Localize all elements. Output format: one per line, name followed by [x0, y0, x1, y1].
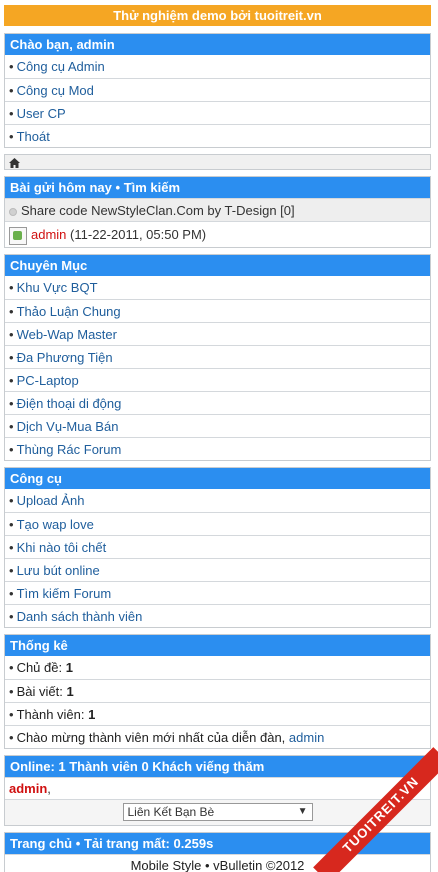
- categories-title: Chuyên Mục: [5, 255, 430, 276]
- user-box-title: Chào bạn, admin: [5, 34, 430, 55]
- friend-links-select[interactable]: Liên Kết Bạn Bè ▼: [122, 803, 313, 821]
- tool-item[interactable]: • Lưu bút online: [5, 558, 430, 581]
- post-author[interactable]: admin: [31, 227, 66, 242]
- tool-item[interactable]: • Danh sách thành viên: [5, 604, 430, 627]
- post-date: (11-22-2011, 05:50 PM): [70, 227, 207, 242]
- categories-box: Chuyên Mục • Khu Vực BQT • Thảo Luận Chung…: [4, 254, 431, 461]
- category-item[interactable]: • Thùng Rác Forum: [5, 437, 430, 460]
- online-title: Online: 1 Thành viên 0 Khách viếng thăm: [5, 756, 430, 777]
- home-link-bar[interactable]: [4, 154, 431, 170]
- stat-topics: • Chủ đề: 1: [5, 656, 430, 679]
- post-meta-row: admin (11-22-2011, 05:50 PM): [5, 221, 430, 247]
- tool-item[interactable]: • Upload Ảnh: [5, 489, 430, 512]
- posts-today-header: Bài gửi hôm nay • Tìm kiếm: [5, 177, 430, 198]
- menu-item-mod-tools[interactable]: • Công cụ Mod: [5, 78, 430, 101]
- stat-newest-member: • Chào mừng thành viên mới nhất của diễn …: [5, 725, 430, 748]
- category-item[interactable]: • Web-Wap Master: [5, 322, 430, 345]
- online-user-link[interactable]: admin: [9, 781, 47, 796]
- tools-title: Công cụ: [5, 468, 430, 489]
- stats-box: Thống kê • Chủ đề: 1 • Bài viết: 1 • Thành …: [4, 634, 431, 749]
- posts-today-link[interactable]: Bài gửi hôm nay: [10, 180, 112, 195]
- category-item[interactable]: • Đa Phương Tiện: [5, 345, 430, 368]
- tool-item[interactable]: • Tìm kiếm Forum: [5, 581, 430, 604]
- stat-posts: • Bài viết: 1: [5, 679, 430, 702]
- post-title[interactable]: Share code NewStyleClan.Com by T-Design …: [21, 203, 295, 218]
- header-separator: •: [115, 180, 121, 195]
- post-title-row[interactable]: Share code NewStyleClan.Com by T-Design …: [5, 198, 430, 221]
- site-banner: Thử nghiệm demo bởi tuoitreit.vn: [4, 5, 431, 26]
- stats-title: Thống kê: [5, 635, 430, 656]
- home-footer-link[interactable]: Trang chủ: [10, 836, 72, 851]
- menu-item-admin-tools[interactable]: • Công cụ Admin: [5, 55, 430, 78]
- online-users-row: admin,: [5, 777, 430, 799]
- home-icon[interactable]: [9, 154, 20, 169]
- tool-item[interactable]: • Tạo wap love: [5, 512, 430, 535]
- category-item[interactable]: • Điện thoại di động: [5, 391, 430, 414]
- footer-credit: Mobile Style • vBulletin ©2012: [5, 854, 430, 872]
- load-time: 0.259s: [173, 836, 214, 851]
- tools-box: Công cụ • Upload Ảnh • Tạo wap love • Khi n…: [4, 467, 431, 628]
- posts-today-box: Bài gửi hôm nay • Tìm kiếm Share code Ne…: [4, 176, 431, 248]
- category-item[interactable]: • Thảo Luận Chung: [5, 299, 430, 322]
- menu-item-logout[interactable]: • Thoát: [5, 124, 430, 147]
- category-item[interactable]: • PC-Laptop: [5, 368, 430, 391]
- newest-member-link[interactable]: admin: [289, 730, 324, 745]
- search-link[interactable]: Tìm kiếm: [124, 180, 180, 195]
- menu-item-user-cp[interactable]: • User CP: [5, 101, 430, 124]
- post-status-icon: [9, 207, 17, 216]
- avatar-icon: [9, 226, 27, 245]
- chevron-down-icon: ▼: [297, 806, 308, 817]
- stat-members: • Thành viên: 1: [5, 702, 430, 725]
- category-item[interactable]: • Khu Vực BQT: [5, 276, 430, 299]
- category-item[interactable]: • Dịch Vụ-Mua Bán: [5, 414, 430, 437]
- tool-item[interactable]: • Khi nào tôi chết: [5, 535, 430, 558]
- user-box: Chào bạn, admin • Công cụ Admin • Công cụ …: [4, 33, 431, 148]
